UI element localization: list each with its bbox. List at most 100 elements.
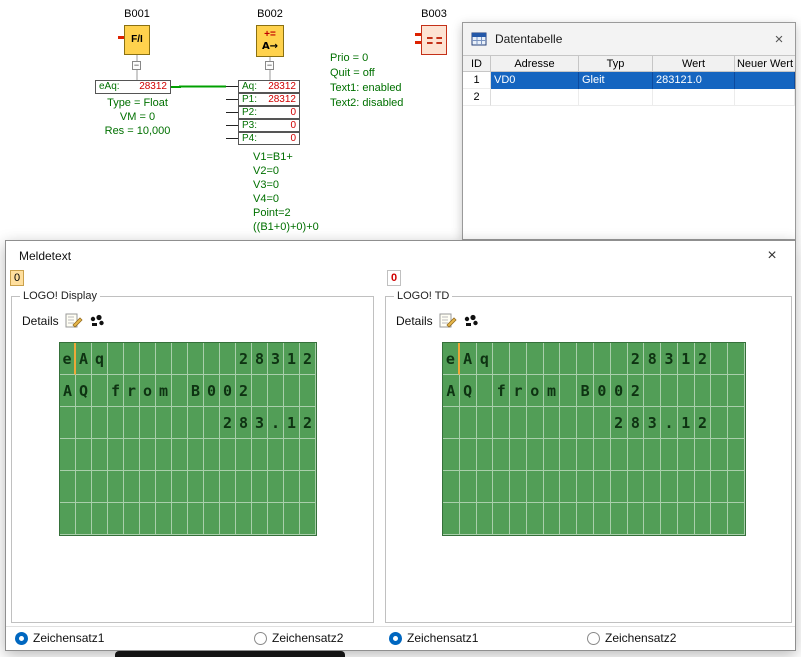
lcd-cell[interactable] — [460, 503, 477, 535]
lcd-cell[interactable] — [204, 439, 220, 471]
lcd-cell[interactable] — [510, 439, 527, 471]
lcd-cell[interactable] — [443, 407, 460, 439]
lcd-cell[interactable] — [661, 375, 678, 407]
lcd-cell[interactable] — [628, 471, 645, 503]
lcd-cell[interactable] — [172, 439, 188, 471]
lcd-cell[interactable] — [140, 343, 156, 375]
lcd-cell[interactable] — [678, 503, 695, 535]
lcd-cell[interactable]: B — [188, 375, 204, 407]
lcd-cell[interactable] — [236, 503, 252, 535]
table-row[interactable]: 2 — [463, 89, 795, 106]
lcd-cell[interactable] — [460, 439, 477, 471]
lcd-cell[interactable] — [124, 439, 140, 471]
lcd-cell[interactable] — [644, 375, 661, 407]
lcd-cell[interactable] — [300, 471, 316, 503]
lcd-cell[interactable]: 1 — [284, 407, 300, 439]
b002-input-p4[interactable]: P4: 0 — [238, 132, 300, 145]
lcd-cell[interactable] — [611, 343, 628, 375]
lcd-cell[interactable] — [577, 471, 594, 503]
lcd-cell[interactable] — [172, 407, 188, 439]
lcd-cell[interactable] — [678, 375, 695, 407]
lcd-cell[interactable] — [577, 439, 594, 471]
lcd-cell[interactable] — [577, 503, 594, 535]
lcd-cell[interactable] — [560, 471, 577, 503]
lcd-cell[interactable] — [268, 471, 284, 503]
lcd-cell[interactable]: 1 — [678, 407, 695, 439]
lcd-cell[interactable]: 1 — [678, 343, 695, 375]
lcd-cell[interactable] — [460, 407, 477, 439]
lcd-cell[interactable] — [92, 439, 108, 471]
lcd-cell[interactable] — [493, 503, 510, 535]
lcd-cell[interactable] — [460, 471, 477, 503]
lcd-cell[interactable] — [661, 503, 678, 535]
lcd-cell[interactable] — [268, 375, 284, 407]
lcd-cell[interactable]: A — [60, 375, 76, 407]
lcd-cell[interactable] — [594, 343, 611, 375]
radio-button[interactable] — [587, 632, 600, 645]
lcd-cell[interactable] — [628, 503, 645, 535]
lcd-cell[interactable] — [577, 407, 594, 439]
lcd-cell[interactable] — [284, 471, 300, 503]
lcd-cell[interactable] — [252, 503, 268, 535]
lcd-cell[interactable] — [527, 503, 544, 535]
lcd-cell[interactable]: 0 — [204, 375, 220, 407]
lcd-cell[interactable]: 8 — [628, 407, 645, 439]
lcd-cell[interactable] — [300, 439, 316, 471]
lcd-cell[interactable] — [172, 375, 188, 407]
lcd-cell[interactable] — [611, 503, 628, 535]
lcd-cell[interactable]: 0 — [611, 375, 628, 407]
lcd-cell[interactable] — [711, 375, 728, 407]
lcd-cell[interactable] — [477, 439, 494, 471]
lcd-cell[interactable] — [156, 471, 172, 503]
radio-zeichensatz2-td[interactable]: Zeichensatz2 — [587, 631, 676, 645]
lcd-cell[interactable] — [76, 407, 92, 439]
lcd-cell[interactable] — [92, 375, 108, 407]
lcd-cell[interactable] — [728, 375, 745, 407]
lcd-cell[interactable] — [188, 343, 204, 375]
lcd-cell[interactable] — [236, 439, 252, 471]
lcd-cell[interactable] — [124, 503, 140, 535]
lcd-cell[interactable] — [443, 471, 460, 503]
lcd-cell[interactable] — [711, 439, 728, 471]
cell-neuer-wert[interactable] — [735, 72, 795, 89]
lcd-cell[interactable]: 2 — [300, 407, 316, 439]
lcd-cell[interactable] — [695, 439, 712, 471]
lcd-cell[interactable] — [594, 407, 611, 439]
lcd-cell[interactable]: . — [268, 407, 284, 439]
lcd-cell[interactable] — [204, 407, 220, 439]
lcd-cell[interactable] — [140, 439, 156, 471]
lcd-cell[interactable]: r — [124, 375, 140, 407]
lcd-cell[interactable] — [156, 343, 172, 375]
lcd-cell[interactable]: 3 — [252, 407, 268, 439]
lcd-cell[interactable]: . — [661, 407, 678, 439]
lcd-cell[interactable] — [477, 503, 494, 535]
lcd-cell[interactable] — [611, 439, 628, 471]
collapse-icon-b002[interactable]: − — [265, 61, 274, 70]
column-header-id[interactable]: ID — [463, 56, 491, 71]
radio-zeichensatz1-td[interactable]: Zeichensatz1 — [389, 631, 478, 645]
lcd-cell[interactable] — [477, 375, 494, 407]
datentabelle-titlebar[interactable]: Datentabelle × — [463, 23, 795, 55]
lcd-cell[interactable] — [60, 471, 76, 503]
lcd-cell[interactable]: A — [460, 343, 477, 375]
lcd-cell[interactable]: 3 — [644, 407, 661, 439]
lcd-cell[interactable] — [156, 439, 172, 471]
lcd-cell[interactable] — [527, 343, 544, 375]
lcd-cell[interactable]: e — [60, 343, 76, 375]
lcd-cell[interactable] — [300, 503, 316, 535]
lcd-cell[interactable] — [711, 343, 728, 375]
b001-output-box[interactable]: eAq: 28312 — [95, 80, 171, 94]
lcd-cell[interactable]: r — [510, 375, 527, 407]
lcd-cell[interactable] — [728, 503, 745, 535]
lcd-cell[interactable] — [108, 471, 124, 503]
lcd-cell[interactable] — [140, 503, 156, 535]
collapse-icon-b001[interactable]: − — [132, 61, 141, 70]
lcd-cell[interactable] — [124, 471, 140, 503]
lcd-cell[interactable] — [60, 439, 76, 471]
row-selection[interactable] — [491, 89, 795, 106]
lcd-cell[interactable]: 2 — [300, 343, 316, 375]
lcd-cell[interactable]: o — [527, 375, 544, 407]
lcd-cell[interactable]: f — [493, 375, 510, 407]
lcd-cell[interactable] — [124, 407, 140, 439]
lcd-cell[interactable] — [695, 471, 712, 503]
